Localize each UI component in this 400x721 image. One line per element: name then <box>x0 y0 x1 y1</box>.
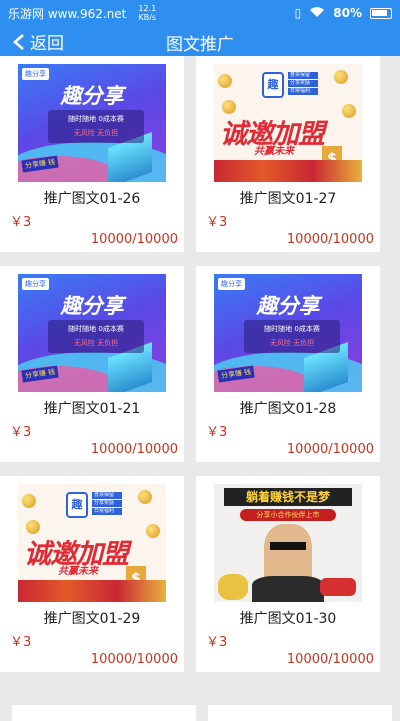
card-stock: 10000/10000 <box>286 442 374 457</box>
promo-image: 趣 普票保留 分享奖励 日常福利 诚邀加盟 共赢未来 $ <box>18 484 166 602</box>
side-label: 日常福利 <box>92 508 122 515</box>
side-label: 分享奖励 <box>92 500 122 507</box>
image-line1: 随时随地 0成本赛 <box>68 325 124 333</box>
promo-image: 趣分享 趣分享 随时随地 0成本赛 无风险 无负担 分享赚 钱 <box>214 274 362 392</box>
card-price: ￥3 <box>10 425 32 440</box>
promo-card[interactable]: 趣分享 趣分享 随时随地 0成本赛 无风险 无负担 分享赚 钱 推广图文01-2… <box>0 56 184 252</box>
battery-percent: 80% <box>333 6 362 20</box>
promo-grid: 趣分享 趣分享 随时随地 0成本赛 无风险 无负担 分享赚 钱 推广图文01-2… <box>0 56 400 721</box>
image-line2: 无风险 无负担 <box>73 339 119 347</box>
promo-card[interactable]: 趣 普票保留 分享奖励 日常福利 诚邀加盟 共赢未来 $ 推广图文01-29 ￥3… <box>0 476 184 672</box>
image-line2: 无风险 无负担 <box>269 339 315 347</box>
wifi-icon <box>309 6 325 21</box>
promo-image: 趣分享 趣分享 随时随地 0成本赛 无风险 无负担 分享赚 钱 <box>18 274 166 392</box>
image-headline: 趣分享 <box>60 84 124 108</box>
card-price: ￥3 <box>206 635 228 650</box>
promo-card[interactable]: 趣分享 趣分享 随时随地 0成本赛 无风险 无负担 分享赚 钱 推广图文01-2… <box>0 266 184 462</box>
promo-card[interactable]: 趣分享 趣分享 随时随地 0成本赛 无风险 无负担 分享赚 钱 推广图文01-2… <box>196 266 380 462</box>
logo: 趣分享 <box>22 278 49 290</box>
side-label: 分享奖励 <box>288 80 318 87</box>
logo: 趣分享 <box>22 68 49 80</box>
partial-card[interactable] <box>12 705 196 721</box>
promo-image: 趣分享 趣分享 随时随地 0成本赛 无风险 无负担 分享赚 钱 <box>18 64 166 182</box>
status-bar: 乐游网 www.962.net 12.1 KB/s ▯ 80% <box>0 0 400 26</box>
image-subline: 共赢未来 <box>254 146 294 157</box>
partial-card[interactable] <box>208 705 392 721</box>
network-speed: 12.1 KB/s <box>138 4 156 22</box>
card-stock: 10000/10000 <box>90 652 178 667</box>
badge-logo: 趣 <box>262 72 284 98</box>
status-left-text: 乐游网 www.962.net <box>8 6 127 21</box>
card-stock: 10000/10000 <box>90 442 178 457</box>
card-stock: 10000/10000 <box>90 232 178 247</box>
promo-card[interactable]: 躺着赚钱不是梦 分享小合作伙伴上市 推广图文01-30 ￥3 10000/10000 <box>196 476 380 672</box>
card-price: ￥3 <box>206 215 228 230</box>
card-price: ￥3 <box>10 635 32 650</box>
chevron-left-icon <box>13 33 24 50</box>
network-speed-value: 12.1 <box>138 4 157 13</box>
card-price: ￥3 <box>10 215 32 230</box>
back-button[interactable]: 返回 <box>12 29 64 54</box>
badge-logo: 趣 <box>66 492 88 518</box>
image-line1: 随时随地 0成本赛 <box>68 115 124 123</box>
side-label: 日常福利 <box>288 88 318 95</box>
card-title: 推广图文01-30 <box>239 611 337 627</box>
network-speed-unit: KB/s <box>138 13 157 22</box>
image-subline: 共赢未来 <box>58 566 98 577</box>
card-title: 推广图文01-28 <box>239 401 337 417</box>
side-label: 普票保留 <box>92 492 122 499</box>
card-title: 推广图文01-21 <box>43 401 141 417</box>
image-line1: 随时随地 0成本赛 <box>264 325 320 333</box>
back-label: 返回 <box>30 34 64 54</box>
card-title: 推广图文01-29 <box>43 611 141 627</box>
promo-card[interactable]: 趣 普票保留 分享奖励 日常福利 诚邀加盟 共赢未来 $ 推广图文01-27 ￥3… <box>196 56 380 252</box>
image-subline: 分享小合作伙伴上市 <box>240 509 336 521</box>
image-headline: 趣分享 <box>60 294 124 318</box>
card-stock: 10000/10000 <box>286 232 374 247</box>
promo-image: 躺着赚钱不是梦 分享小合作伙伴上市 <box>214 484 362 602</box>
nav-bar: 返回 图文推广 <box>0 26 400 56</box>
promo-image: 趣 普票保留 分享奖励 日常福利 诚邀加盟 共赢未来 $ <box>214 64 362 182</box>
image-headline: 躺着赚钱不是梦 <box>224 488 352 506</box>
card-price: ￥3 <box>206 425 228 440</box>
battery-icon <box>370 7 392 19</box>
image-headline: 趣分享 <box>256 294 320 318</box>
image-line2: 无风险 无负担 <box>73 129 119 137</box>
card-stock: 10000/10000 <box>286 652 374 667</box>
vibrate-icon: ▯ <box>294 6 302 20</box>
card-title: 推广图文01-27 <box>239 191 337 207</box>
logo: 趣分享 <box>218 278 245 290</box>
card-title: 推广图文01-26 <box>43 191 141 207</box>
side-label: 普票保留 <box>288 72 318 79</box>
